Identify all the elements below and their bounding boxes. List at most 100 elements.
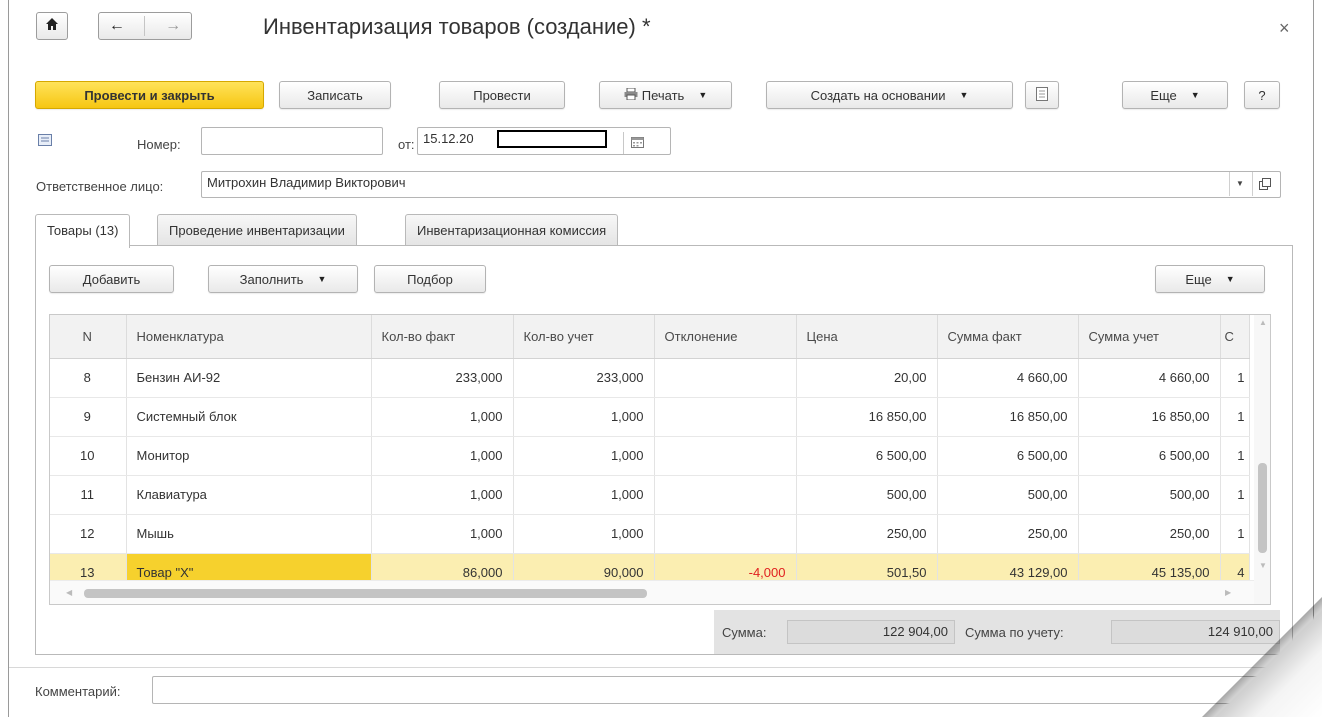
open-icon[interactable] [1259,178,1271,193]
help-button[interactable]: ? [1244,81,1280,109]
add-button[interactable]: Добавить [49,265,174,293]
post-and-close-button[interactable]: Провести и закрыть [35,81,264,109]
price-cell[interactable]: 16 850,00 [796,397,938,437]
truncated-cell[interactable]: 1 [1220,397,1250,437]
chevron-down-icon[interactable]: ▼ [1236,179,1244,188]
qty-fact-cell[interactable]: 1,000 [371,397,514,437]
deviation-cell[interactable] [654,436,797,476]
qty-accounting-cell[interactable]: 1,000 [513,436,655,476]
column-header[interactable]: Отклонение [654,315,797,359]
sum-fact-cell[interactable]: 500,00 [937,475,1079,515]
qty-accounting-cell[interactable]: 233,000 [513,358,655,398]
close-icon[interactable]: × [1279,18,1290,39]
qty-fact-cell[interactable]: 233,000 [371,358,514,398]
column-header[interactable]: Сумма учет [1078,315,1221,359]
price-cell[interactable]: 20,00 [796,358,938,398]
responsible-field[interactable]: Митрохин Владимир Викторович [201,171,1281,198]
table-more-button[interactable]: Еще ▼ [1155,265,1265,293]
table-row[interactable]: 12 Мышь 1,000 1,000 250,00 250,00 250,00… [49,514,1250,554]
sum-fact-cell[interactable]: 16 850,00 [937,397,1079,437]
scroll-left-icon[interactable]: ◀ [66,588,72,597]
scroll-up-icon[interactable]: ▲ [1259,318,1267,327]
nomenclature-cell[interactable]: Бензин АИ-92 [126,358,372,398]
vertical-scroll-thumb[interactable] [1258,463,1267,553]
print-label: Печать [641,87,685,103]
home-button[interactable] [36,12,68,40]
pick-label: Подбор [407,271,453,287]
comment-field[interactable] [152,676,1272,704]
responsible-label: Ответственное лицо: [36,179,164,194]
tab-inventory-commission[interactable]: Инвентаризационная комиссия [405,214,619,246]
more-actions-button[interactable]: Еще ▼ [1122,81,1228,109]
sum-fact-cell[interactable]: 250,00 [937,514,1079,554]
column-header[interactable]: С [1220,315,1250,359]
column-header[interactable]: N [49,315,127,359]
responsible-value: Митрохин Владимир Викторович [207,175,406,190]
deviation-cell[interactable] [654,514,797,554]
truncated-cell[interactable]: 1 [1220,475,1250,515]
vertical-scrollbar[interactable]: ▲ ▼ [1254,315,1271,605]
column-header[interactable]: Цена [796,315,938,359]
print-button[interactable]: Печать ▼ [599,81,732,109]
table-row[interactable]: 10 Монитор 1,000 1,000 6 500,00 6 500,00… [49,436,1250,476]
row-number-cell[interactable]: 11 [49,475,127,515]
scroll-down-icon[interactable]: ▼ [1259,561,1267,570]
nomenclature-cell[interactable]: Монитор [126,436,372,476]
sum-fact-cell[interactable]: 4 660,00 [937,358,1079,398]
sum-accounting-cell[interactable]: 500,00 [1078,475,1221,515]
deviation-cell[interactable] [654,397,797,437]
sum-accounting-cell[interactable]: 250,00 [1078,514,1221,554]
column-header[interactable]: Кол-во факт [371,315,514,359]
chevron-down-icon: ▼ [1225,274,1235,284]
post-button[interactable]: Провести [439,81,565,109]
calendar-icon[interactable] [631,136,644,151]
qty-fact-cell[interactable]: 1,000 [371,475,514,515]
nomenclature-cell[interactable]: Системный блок [126,397,372,437]
arrow-right-icon[interactable]: → [165,17,181,35]
deviation-cell[interactable] [654,358,797,398]
qty-accounting-cell[interactable]: 1,000 [513,397,655,437]
tab-goods[interactable]: Товары (13) [35,214,131,248]
row-number-cell[interactable]: 8 [49,358,127,398]
truncated-cell[interactable]: 1 [1220,514,1250,554]
tab-inventory-conduct-label: Проведение инвентаризации [169,223,345,238]
column-header[interactable]: Кол-во учет [513,315,655,359]
price-cell[interactable]: 500,00 [796,475,938,515]
horizontal-scrollbar[interactable]: ◀ ▶ [50,580,1254,604]
sum-accounting-cell[interactable]: 16 850,00 [1078,397,1221,437]
row-number-cell[interactable]: 10 [49,436,127,476]
column-header[interactable]: Сумма факт [937,315,1079,359]
arrow-left-icon[interactable]: ← [109,17,125,35]
row-number-cell[interactable]: 9 [49,397,127,437]
nomenclature-cell[interactable]: Мышь [126,514,372,554]
row-number-cell[interactable]: 12 [49,514,127,554]
sum-fact-cell[interactable]: 6 500,00 [937,436,1079,476]
deviation-cell[interactable] [654,475,797,515]
scroll-right-icon[interactable]: ▶ [1225,588,1231,597]
create-based-on-button[interactable]: Создать на основании ▼ [766,81,1013,109]
table-row[interactable]: 9 Системный блок 1,000 1,000 16 850,00 1… [49,397,1250,437]
structure-report-button[interactable] [1025,81,1059,109]
table-row[interactable]: 8 Бензин АИ-92 233,000 233,000 20,00 4 6… [49,358,1250,398]
fill-button[interactable]: Заполнить ▼ [208,265,358,293]
table-row[interactable]: 11 Клавиатура 1,000 1,000 500,00 500,00 … [49,475,1250,515]
qty-accounting-cell[interactable]: 1,000 [513,475,655,515]
document-window: ← → Инвентаризация товаров (создание) * … [8,0,1315,717]
qty-fact-cell[interactable]: 1,000 [371,514,514,554]
price-cell[interactable]: 250,00 [796,514,938,554]
column-header[interactable]: Номенклатура [126,315,372,359]
price-cell[interactable]: 6 500,00 [796,436,938,476]
truncated-cell[interactable]: 1 [1220,436,1250,476]
sum-accounting-cell[interactable]: 6 500,00 [1078,436,1221,476]
number-field[interactable] [201,127,383,155]
qty-accounting-cell[interactable]: 1,000 [513,514,655,554]
tab-inventory-conduct[interactable]: Проведение инвентаризации [157,214,357,246]
sum-accounting-cell[interactable]: 4 660,00 [1078,358,1221,398]
nomenclature-cell[interactable]: Клавиатура [126,475,372,515]
pick-button[interactable]: Подбор [374,265,486,293]
qty-fact-cell[interactable]: 1,000 [371,436,514,476]
tab-inventory-commission-label: Инвентаризационная комиссия [417,223,607,238]
save-button[interactable]: Записать [279,81,391,109]
horizontal-scroll-thumb[interactable] [84,589,647,598]
truncated-cell[interactable]: 1 [1220,358,1250,398]
